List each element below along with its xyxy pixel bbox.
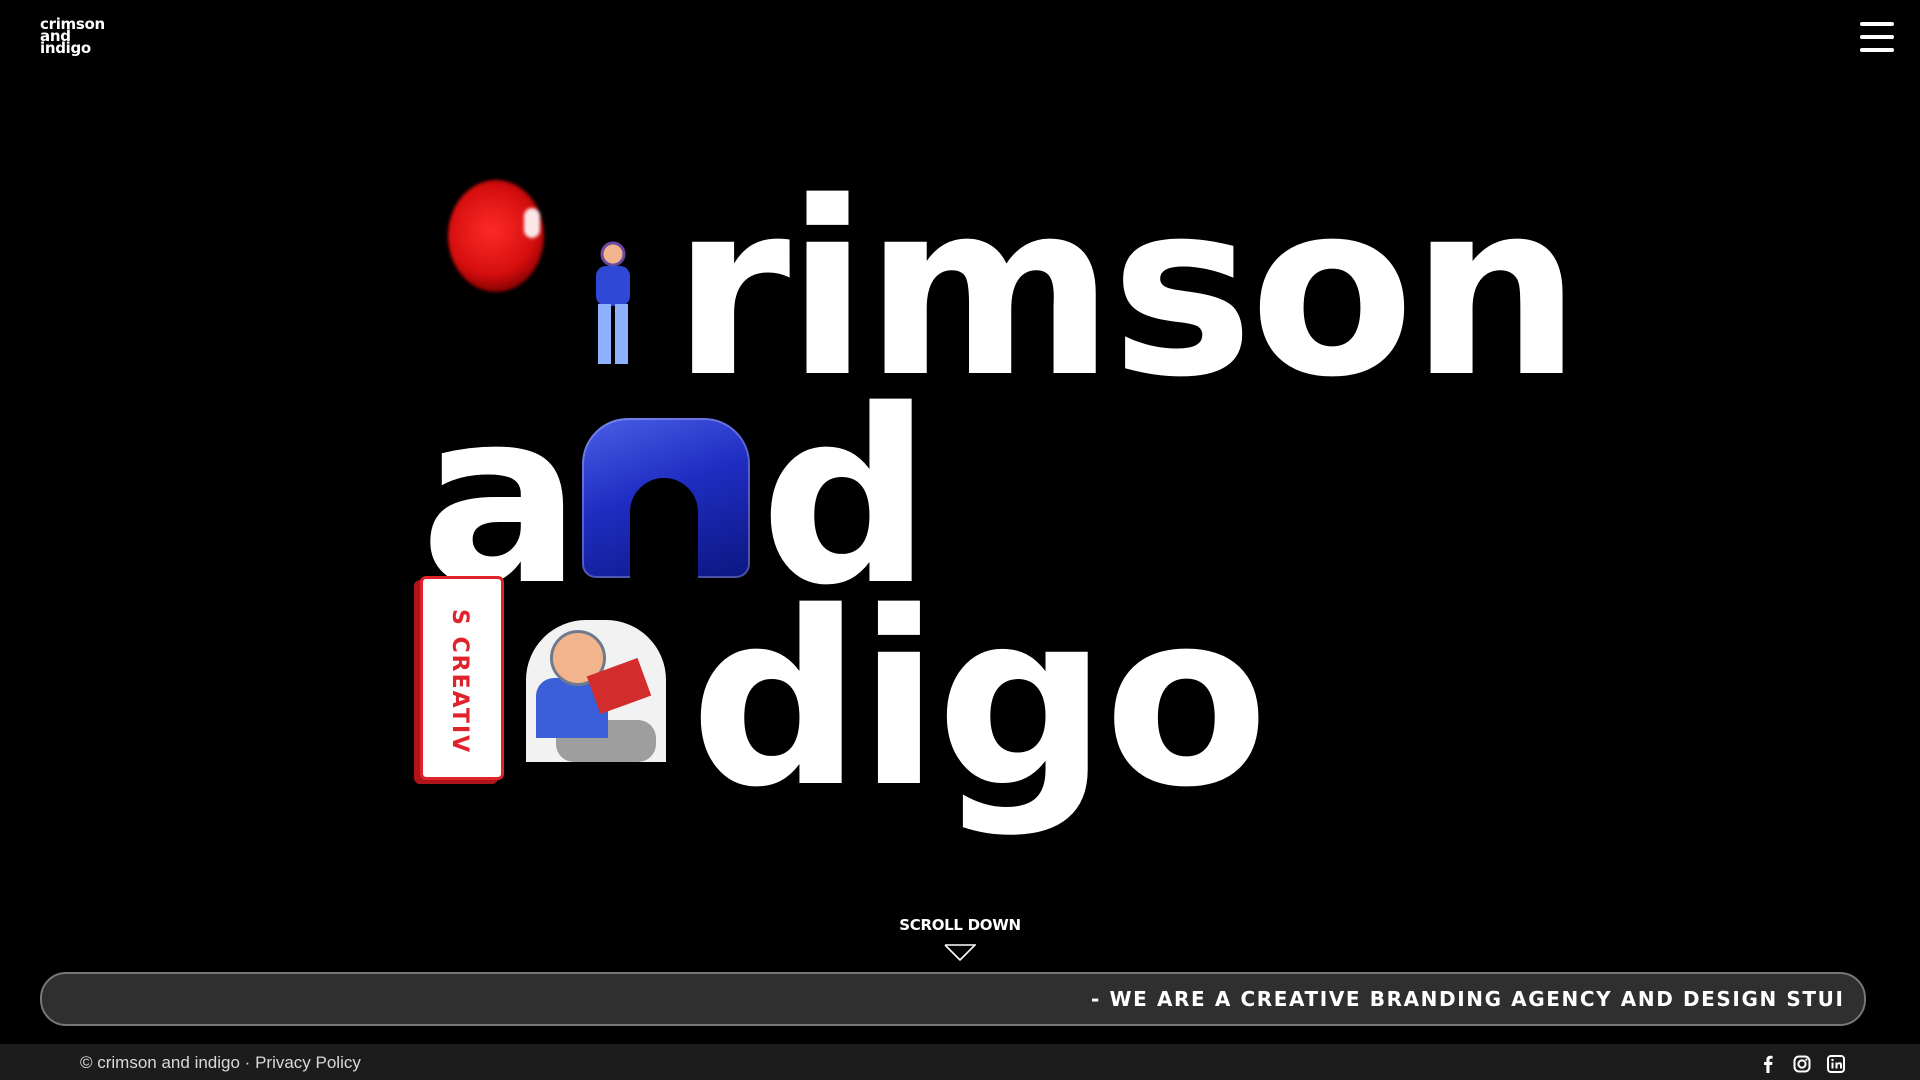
linkedin-icon[interactable] (1826, 1054, 1846, 1074)
footer-separator: · (239, 1053, 256, 1072)
social-links (1758, 1054, 1846, 1074)
hero-line-indigo: digo (690, 560, 1269, 840)
red-blob-letter-c (448, 180, 544, 292)
scroll-down-label[interactable]: SCROLL DOWN (0, 916, 1920, 934)
red-sign-letter-i: S CREATIV (420, 576, 504, 780)
facebook-icon[interactable] (1758, 1054, 1778, 1074)
sign-text: S CREATIV (447, 609, 472, 755)
copyright-text: © crimson and indigo (80, 1053, 240, 1072)
hamburger-menu-icon[interactable] (1860, 22, 1894, 52)
menu-bar (1860, 22, 1894, 26)
menu-bar (1860, 48, 1894, 52)
footer-copyright: © crimson and indigo · Privacy Policy (80, 1053, 361, 1073)
marquee-text: - WE ARE A CREATIVE BRANDING AGENCY AND … (1091, 987, 1845, 1011)
menu-bar (1860, 35, 1894, 39)
instagram-icon[interactable] (1792, 1054, 1812, 1074)
footer: © crimson and indigo · Privacy Policy (0, 1044, 1920, 1080)
chevron-down-icon[interactable] (944, 944, 976, 962)
site-logo[interactable]: crimson and indigo (40, 17, 105, 57)
privacy-policy-link[interactable]: Privacy Policy (255, 1053, 361, 1072)
logo-line-3: indigo (40, 39, 91, 57)
blue-blob-letter-n (582, 418, 750, 578)
marquee-banner: - WE ARE A CREATIVE BRANDING AGENCY AND … (40, 972, 1866, 1026)
girl-figure-letter-r (596, 241, 630, 364)
boy-reading-letter-n (526, 620, 666, 762)
